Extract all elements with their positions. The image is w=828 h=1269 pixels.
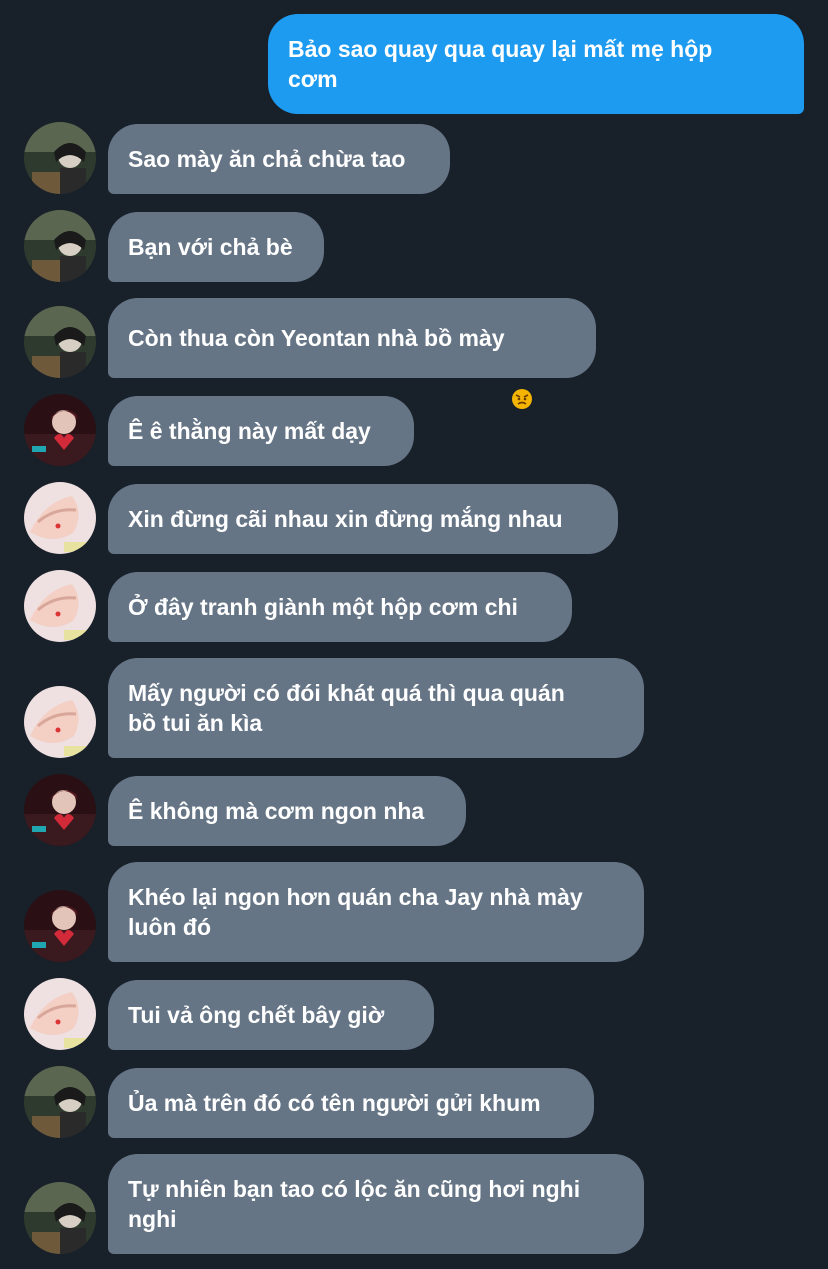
received-message-bubble[interactable]: Tự nhiên bạn tao có lộc ăn cũng hơi nghi… (108, 1154, 644, 1254)
message-text: Sao mày ăn chả chừa tao (128, 146, 406, 172)
avatar-a[interactable] (24, 1066, 96, 1138)
angry-face-icon (511, 327, 533, 409)
sent-message-bubble[interactable]: Bảo sao quay qua quay lại mất mẹ hộp cơm (268, 14, 804, 114)
message-text: Tui vả ông chết bây giờ (128, 1002, 385, 1028)
message-text: Bạn với chả bè (128, 234, 293, 260)
message-text: Còn thua còn Yeontan nhà bồ mày (128, 325, 505, 351)
received-message-bubble[interactable]: Tui vả ông chết bây giờ (108, 980, 434, 1050)
received-message-bubble[interactable]: Bạn với chả bè (108, 212, 324, 282)
received-message-bubble[interactable]: Mấy người có đói khát quá thì qua quán b… (108, 658, 644, 758)
message-text: Ê không mà cơm ngon nha (128, 798, 425, 824)
avatar-c[interactable] (24, 482, 96, 554)
received-message-bubble[interactable]: Xin đừng cãi nhau xin đừng mắng nhau (108, 484, 618, 554)
message-text: Mấy người có đói khát quá thì qua quán b… (128, 680, 565, 736)
avatar-b[interactable] (24, 774, 96, 846)
message-text: Ê ê thằng này mất dạy (128, 418, 371, 444)
received-message-bubble[interactable]: Ủa mà trên đó có tên người gửi khum (108, 1068, 594, 1138)
avatar-b[interactable] (24, 394, 96, 466)
message-text: Bảo sao quay qua quay lại mất mẹ hộp cơm (288, 36, 713, 92)
received-message-bubble[interactable]: Khéo lại ngon hơn quán cha Jay nhà mày l… (108, 862, 644, 962)
message-text: Ủa mà trên đó có tên người gửi khum (128, 1090, 541, 1116)
avatar-c[interactable] (24, 686, 96, 758)
received-message-bubble[interactable]: Ê ê thằng này mất dạy (108, 396, 414, 466)
avatar-a[interactable] (24, 1182, 96, 1254)
avatar-c[interactable] (24, 978, 96, 1050)
received-message-bubble[interactable]: Sao mày ăn chả chừa tao (108, 124, 450, 194)
received-message-bubble[interactable]: Còn thua còn Yeontan nhà bồ mày (108, 298, 596, 409)
message-text: Tự nhiên bạn tao có lộc ăn cũng hơi nghi… (128, 1176, 581, 1232)
chat-thread: Bảo sao quay qua quay lại mất mẹ hộp cơm… (0, 0, 828, 1269)
avatar-a[interactable] (24, 210, 96, 282)
message-text: Ở đây tranh giành một hộp cơm chi (128, 594, 518, 620)
received-message-bubble[interactable]: Ê không mà cơm ngon nha (108, 776, 466, 846)
avatar-c[interactable] (24, 570, 96, 642)
avatar-a[interactable] (24, 306, 96, 378)
message-text: Xin đừng cãi nhau xin đừng mắng nhau (128, 506, 563, 532)
avatar-a[interactable] (24, 122, 96, 194)
received-message-bubble[interactable]: Ở đây tranh giành một hộp cơm chi (108, 572, 572, 642)
avatar-b[interactable] (24, 890, 96, 962)
message-text: Khéo lại ngon hơn quán cha Jay nhà mày l… (128, 884, 583, 940)
